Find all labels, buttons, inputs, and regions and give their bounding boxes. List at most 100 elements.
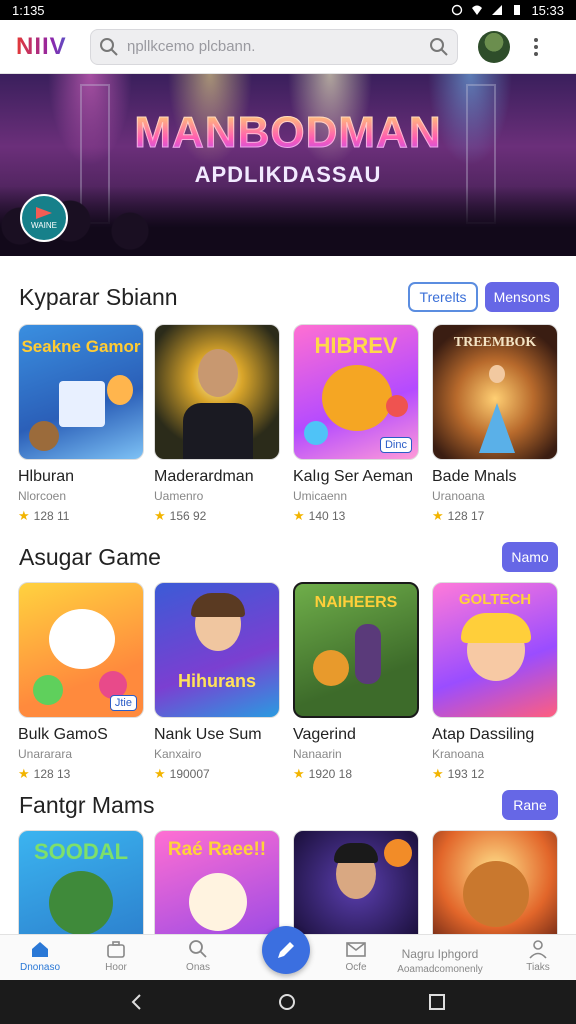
- star-icon: ★: [432, 766, 444, 781]
- search-input[interactable]: [127, 38, 421, 55]
- search-bar[interactable]: [90, 28, 458, 65]
- game-rating: 140 13: [308, 509, 346, 523]
- star-icon: ★: [154, 508, 166, 523]
- back-icon[interactable]: [128, 993, 146, 1011]
- section-more-button[interactable]: Namo: [502, 542, 558, 572]
- game-card[interactable]: HIBREV Dinc Kalıg Ser Aeman Umicaenn ★ 14…: [293, 324, 419, 524]
- section-title: Fantgr Mams: [19, 792, 155, 818]
- thumbnail-title: Seakne Gamor: [21, 337, 141, 356]
- game-tag: Dinc: [379, 437, 412, 453]
- nav-center-text: Nagru Iphgord Aoamadcomonenly: [380, 947, 500, 977]
- game-card[interactable]: GOLTECH Atap Dassiling Kranoana ★ 193 12: [432, 582, 558, 782]
- game-title: Vagerind: [293, 726, 356, 743]
- nav-label: Hoor: [105, 962, 127, 973]
- game-developer: Umicaenn: [293, 489, 348, 503]
- nav-label: Dnonaso: [19, 962, 61, 973]
- section-kyparar: Kyparar Sbiann Trerelts Mensons: [0, 278, 576, 318]
- star-icon: ★: [18, 766, 30, 781]
- section-title: Asugar Game: [19, 544, 161, 570]
- game-rating: 1920 18: [308, 767, 353, 781]
- game-card[interactable]: TREEMBOK Bade Mnals Uranoana ★ 128 17: [432, 324, 558, 524]
- star-icon: ★: [293, 508, 305, 523]
- nav-label: Ocfe: [345, 962, 367, 973]
- nav-item-hoor[interactable]: Hoor: [86, 939, 146, 973]
- game-thumbnail: SOODAL: [18, 830, 144, 934]
- game-card[interactable]: [432, 830, 558, 934]
- alarm-icon: [452, 4, 463, 16]
- nav-item-mail[interactable]: Ocfe: [326, 939, 386, 973]
- game-rating: 193 12: [447, 767, 485, 781]
- game-developer: Uranoana: [432, 489, 485, 503]
- game-rating: 128 17: [447, 509, 485, 523]
- search-submit-icon[interactable]: [429, 37, 449, 57]
- banner-badge-label: WAINE: [31, 220, 57, 230]
- app-header: NIIV: [0, 20, 576, 74]
- nav-item-profile[interactable]: Tiaks: [508, 939, 568, 973]
- game-title: Atap Dassiling: [432, 726, 535, 743]
- paper-plane-icon: [36, 206, 52, 219]
- hero-banner[interactable]: MANBODMAN APDLIKDASSAU WAINE: [0, 74, 576, 256]
- nav-center-line2: Aoamadcomonenly: [397, 964, 483, 975]
- game-thumbnail: NAIHEERS: [293, 582, 419, 718]
- game-card[interactable]: Jtie Bulk GamoS Unararara ★ 128 13: [18, 582, 144, 782]
- mail-icon: [346, 942, 366, 957]
- nav-label: Onas: [186, 962, 210, 973]
- game-card[interactable]: Seakne Gamor Hlburan Nlorcoen ★ 128 11: [18, 324, 144, 524]
- section-more-button[interactable]: Rane: [502, 790, 558, 820]
- banner-subtitle: APDLIKDASSAU: [194, 162, 382, 187]
- game-developer: Nanaarin: [293, 747, 342, 761]
- game-thumbnail: Jtie: [18, 582, 144, 718]
- game-title: Maderardman: [154, 468, 254, 485]
- game-thumbnail: HIBREV Dinc: [293, 324, 419, 460]
- thumbnail-title: Hihurans: [177, 671, 256, 691]
- game-title: Hlburan: [18, 468, 75, 485]
- star-icon: ★: [18, 508, 30, 523]
- thumbnail-title: TREEMBOK: [453, 335, 537, 350]
- game-developer: Kranoana: [432, 747, 485, 761]
- more-options-icon[interactable]: [526, 35, 546, 59]
- section-fantgr: Fantgr Mams Rane: [0, 786, 576, 826]
- section-asugar: Asugar Game Namo: [0, 538, 576, 578]
- game-card[interactable]: Maderardman Uamenro ★ 156 92: [154, 324, 280, 524]
- thumbnail-title: HIBREV: [314, 333, 398, 358]
- section-title: Kyparar Sbiann: [19, 284, 178, 310]
- section-more-button[interactable]: Mensons: [485, 282, 559, 312]
- briefcase-icon: [107, 941, 125, 958]
- game-thumbnail: Seakne Gamor: [18, 324, 144, 460]
- game-card[interactable]: Raé Raee!!: [154, 830, 280, 934]
- compose-button[interactable]: [262, 926, 310, 974]
- signal-icon: [492, 5, 503, 15]
- search-icon: [100, 37, 118, 56]
- game-title: Bulk GamoS: [18, 726, 108, 743]
- nav-item-home[interactable]: Dnonaso: [10, 939, 70, 973]
- banner-badge[interactable]: WAINE: [20, 194, 68, 242]
- game-developer: Kanxairo: [154, 747, 202, 761]
- battery-icon: [514, 5, 521, 15]
- game-card[interactable]: NAIHEERS Vagerind Nanaarin ★ 1920 18: [293, 582, 419, 782]
- thumbnail-title: Raé Raee!!: [167, 839, 267, 860]
- game-card[interactable]: SOODAL: [18, 830, 144, 934]
- nav-item-search[interactable]: Onas: [168, 939, 228, 973]
- game-thumbnail: [293, 830, 419, 934]
- nav-label: Tiaks: [526, 962, 550, 973]
- home-button-icon[interactable]: [278, 993, 296, 1011]
- system-navigation: [0, 980, 576, 1024]
- pen-icon: [278, 942, 294, 958]
- star-icon: ★: [154, 766, 166, 781]
- card-row: SOODAL Raé Raee!!: [0, 830, 576, 934]
- game-thumbnail: [432, 830, 558, 934]
- nav-center-line1: Nagru Iphgord: [401, 947, 479, 961]
- game-developer: Uamenro: [154, 489, 204, 503]
- game-card[interactable]: [293, 830, 419, 934]
- star-icon: ★: [432, 508, 444, 523]
- game-thumbnail: Hihurans: [154, 582, 280, 718]
- game-card[interactable]: Hihurans Nank Use Sum Kanxairo ★ 190007: [154, 582, 280, 782]
- avatar[interactable]: [478, 30, 510, 63]
- recents-icon[interactable]: [428, 993, 446, 1011]
- app-logo[interactable]: NIIV: [16, 33, 86, 61]
- status-time: 1:135: [12, 2, 45, 18]
- crowd-silhouette: [0, 186, 576, 256]
- game-developer: Nlorcoen: [18, 489, 67, 503]
- section-filter-button[interactable]: Trerelts: [408, 282, 478, 312]
- thumbnail-title: GOLTECH: [458, 591, 532, 608]
